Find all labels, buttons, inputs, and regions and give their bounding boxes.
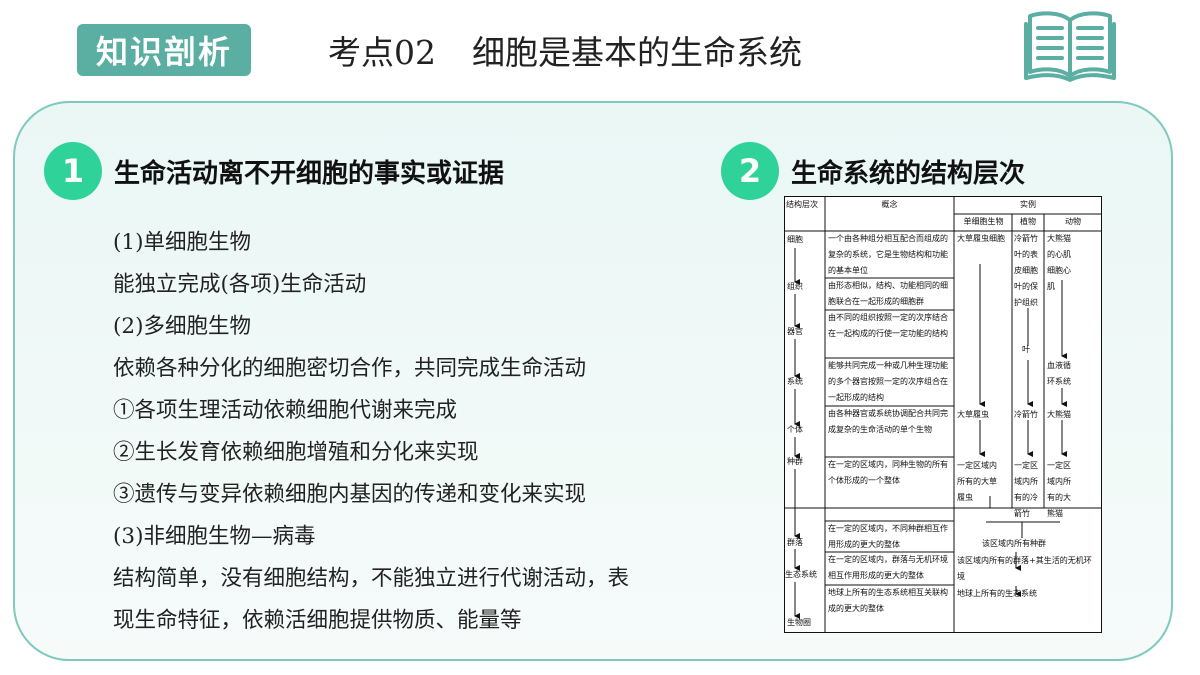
body-line: (2)多细胞生物 xyxy=(113,314,251,339)
sub-plant-header: 植物 xyxy=(1020,217,1036,226)
title-text: 细胞是基本的生命系统 xyxy=(472,33,802,72)
col-level-header: 结构层次 xyxy=(786,200,818,209)
section1-number: 1 xyxy=(44,142,102,200)
section2-title: 生命系统的结构层次 xyxy=(791,158,1026,189)
example-plant-organ: 叶 xyxy=(1022,345,1030,354)
section1-body: (1)单细胞生物 能独立完成(各项)生命活动 (2)多细胞生物 依赖各种分化的细… xyxy=(113,222,723,642)
body-line: 结构简单，没有细胞结构，不能独立进行代谢活动，表 xyxy=(113,566,630,591)
level-label: 细胞 xyxy=(787,235,803,244)
col-concept-header: 概念 xyxy=(881,200,898,209)
concept-cell: 在一定的区域内，群落与无机环境相互作用形成的更大的整体 xyxy=(828,555,948,580)
concept-cell: 地球上所有的生态系统相互关联构成的更大的整体 xyxy=(828,588,948,613)
level-label: 组织 xyxy=(787,282,803,291)
body-line: (1)单细胞生物 xyxy=(113,230,251,255)
structure-levels-table: 结构层次 概念 实例 单细胞生物 植物 动物 细胞 组织 器官 系统 个体 种群… xyxy=(784,196,1102,633)
body-line: ③遗传与变异依赖细胞内基因的传递和变化来实现 xyxy=(113,482,587,507)
example-plant-individual: 冷箭竹 xyxy=(1014,410,1038,419)
example-single-individual: 大草履虫 xyxy=(957,410,989,419)
example-plant-population: 一定区域内所有的冷箭竹 xyxy=(1014,461,1038,518)
example-single-population: 一定区域内所有的大草履虫 xyxy=(957,461,997,502)
example-single-cell: 大草履虫细胞 xyxy=(957,234,1005,243)
body-line: ①各项生理活动依赖细胞代谢来完成 xyxy=(113,398,458,423)
book-icon xyxy=(1024,11,1116,82)
sub-single-header: 单细胞生物 xyxy=(963,217,1004,226)
concept-cell: 能够共同完成一种或几种生理功能的多个器官按照一定的次序组合在一起形成的结构 xyxy=(828,361,948,402)
section2-header: 2 生命系统的结构层次 xyxy=(721,142,1025,200)
level-label: 系统 xyxy=(787,377,803,386)
concept-cell: 由不同的组织按照一定的次序结合在一起构成的行使一定功能的结构 xyxy=(828,313,948,338)
concept-cell: 在一定的区域内，同种生物的所有个体形成的一个整体 xyxy=(828,460,948,485)
concept-cell: 由各种器官或系统协调配合共同完成复杂的生命活动的单个生物 xyxy=(828,409,948,434)
page-title: 考点02 细胞是基本的生命系统 xyxy=(328,24,802,76)
example-animal-tissue: 大熊猫的心肌细胞心肌 xyxy=(1047,234,1071,291)
example-ecosystem: 该区域内所有的群落+其生活的无机环境 xyxy=(957,556,1092,581)
title-code: 考点02 xyxy=(328,33,436,72)
section1-title: 生命活动离不开细胞的事实或证据 xyxy=(114,158,505,189)
body-line: 依赖各种分化的细胞密切合作，共同完成生命活动 xyxy=(113,356,587,381)
section-tag: 知识剖析 xyxy=(77,24,251,76)
level-label: 群落 xyxy=(787,538,803,547)
body-line: ②生长发育依赖细胞增殖和分化来实现 xyxy=(113,440,479,465)
example-animal-population: 一定区域内所有的大熊猫 xyxy=(1047,461,1071,518)
level-label: 生物圈 xyxy=(787,618,811,627)
level-label: 生态系统 xyxy=(785,570,817,579)
body-line: 现生命特征，依赖活细胞提供物质、能量等 xyxy=(113,608,522,633)
level-label: 器官 xyxy=(787,327,803,336)
concept-cell: 在一定的区域内，不同种群相互作用形成的更大的整体 xyxy=(828,524,948,549)
body-line: (3)非细胞生物—病毒 xyxy=(113,524,316,549)
level-label: 个体 xyxy=(787,425,803,434)
example-animal-system: 血液循环系统 xyxy=(1047,361,1071,386)
concept-cell: 由形态相似，结构、功能相同的细胞联合在一起形成的细胞群 xyxy=(828,281,948,306)
example-animal-individual: 大熊猫 xyxy=(1047,410,1071,419)
col-example-header: 实例 xyxy=(1020,200,1036,209)
level-label: 种群 xyxy=(787,457,803,466)
example-community: 该区域内所有种群 xyxy=(982,539,1046,548)
section1-header: 1 生命活动离不开细胞的事实或证据 xyxy=(44,142,504,200)
body-line: 能独立完成(各项)生命活动 xyxy=(113,272,367,297)
example-biosphere: 地球上所有的生态系统 xyxy=(957,589,1037,598)
sub-animal-header: 动物 xyxy=(1065,217,1081,226)
section2-number: 2 xyxy=(721,142,779,200)
concept-cell: 一个由各种组分相互配合而组成的复杂的系统，它是生物结构和功能的基本单位 xyxy=(828,234,948,275)
example-plant-tissue: 冷箭竹叶的表皮细胞叶的保护组织 xyxy=(1014,234,1038,307)
